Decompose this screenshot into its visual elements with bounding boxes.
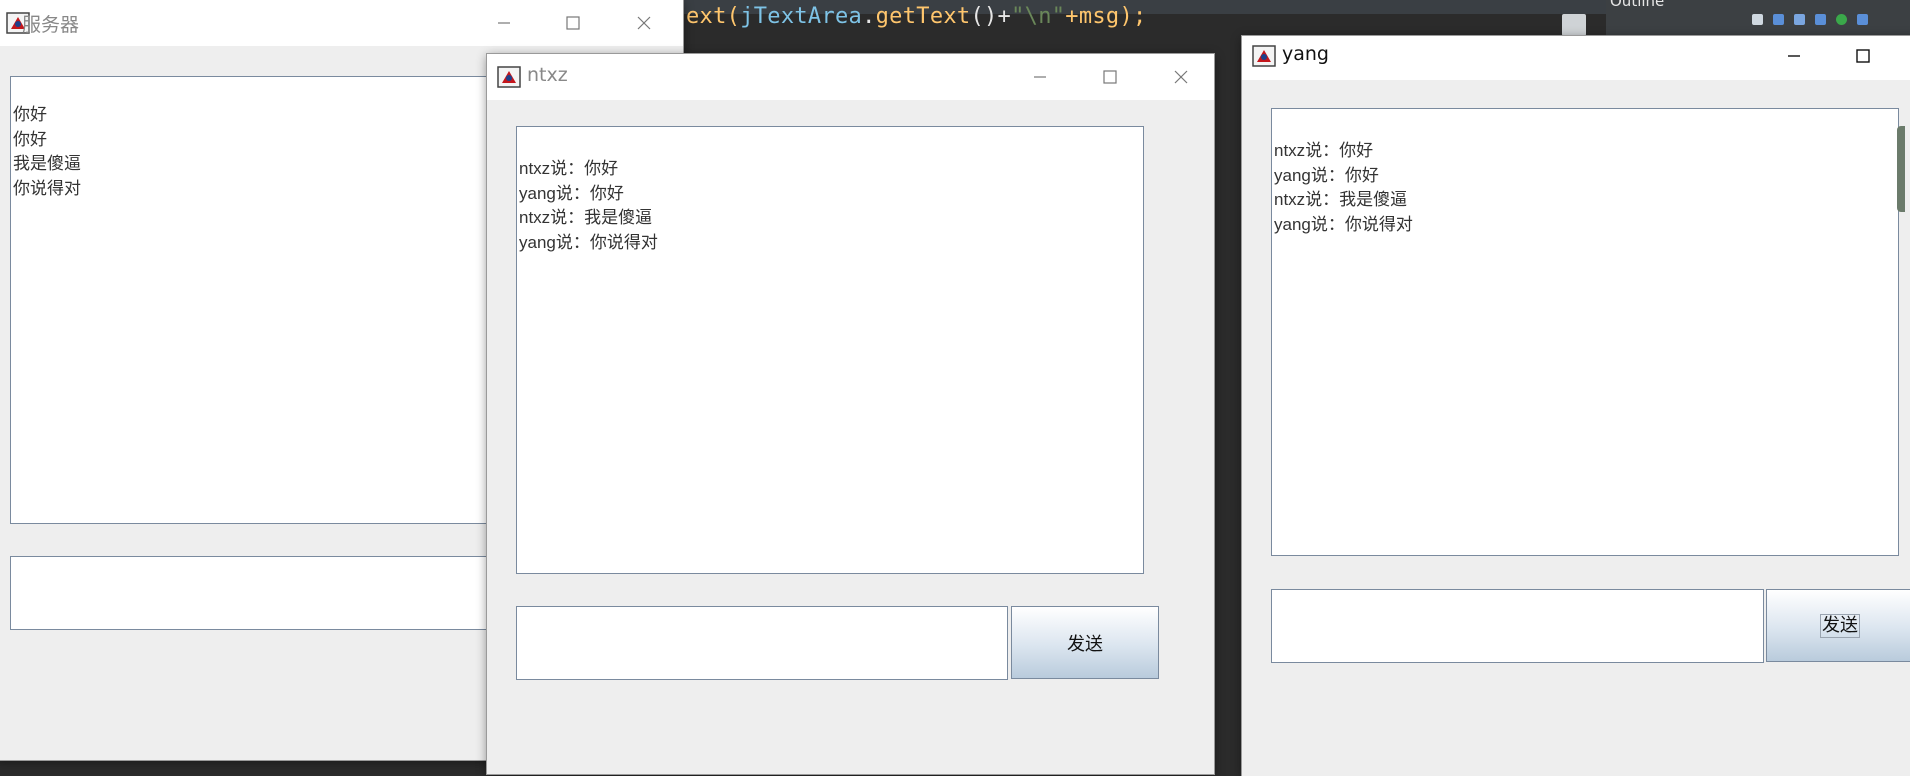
ide-code-line: ext(jTextArea.getText()+"\n"+msg); bbox=[686, 4, 1147, 29]
server-message-input[interactable] bbox=[10, 556, 532, 630]
server-window-title: 服务器 bbox=[22, 14, 80, 36]
ntxz-window-title: ntxz bbox=[527, 64, 568, 86]
server-titlebar[interactable]: 服务器 bbox=[0, 0, 683, 46]
message-text: 说：你好 bbox=[1305, 141, 1374, 161]
message-text: 说：你好 bbox=[1310, 165, 1379, 186]
yang-titlebar[interactable]: yang bbox=[1242, 36, 1910, 80]
message-sender: yang bbox=[1274, 165, 1311, 185]
message-sender: ntxz bbox=[1274, 141, 1306, 160]
close-icon[interactable] bbox=[629, 8, 659, 38]
list-item: yang说：你好 bbox=[1274, 164, 1413, 189]
list-item: 你好 bbox=[13, 129, 47, 150]
yang-message-list: ntxz说：你好 yang说：你好 ntxz说：我是傻逼 yang说：你说得对 bbox=[1274, 139, 1413, 237]
outline-toolbar bbox=[1752, 14, 1868, 25]
outline-tab-title[interactable]: Outline bbox=[1610, 0, 1664, 10]
yang-send-button[interactable]: 发送 bbox=[1766, 589, 1910, 662]
sort-icon[interactable] bbox=[1773, 14, 1784, 25]
server-chat-log[interactable]: 你好 你好 我是傻逼 你说得对 bbox=[10, 76, 532, 524]
ntxz-message-list: ntxz说：你好 yang说：你好 ntxz说：我是傻逼 yang说：你说得对 bbox=[519, 157, 658, 255]
ntxz-message-input[interactable] bbox=[516, 606, 1008, 680]
list-item: yang说：你说得对 bbox=[1274, 213, 1413, 238]
message-sender: yang bbox=[519, 232, 556, 252]
yang-right-edge-handle bbox=[1897, 126, 1905, 212]
message-sender: ntxz bbox=[519, 159, 551, 178]
list-item: ntxz说：我是傻逼 bbox=[519, 206, 658, 231]
message-text: 说：你好 bbox=[550, 159, 619, 179]
message-text: 说：你说得对 bbox=[1310, 214, 1413, 235]
list-item: yang说：你说得对 bbox=[519, 231, 658, 256]
list-item: ntxz说：我是傻逼 bbox=[1274, 188, 1413, 213]
close-icon[interactable] bbox=[1166, 62, 1196, 92]
message-sender: ntxz bbox=[519, 208, 551, 227]
yang-window-title: yang bbox=[1282, 43, 1329, 65]
message-text: 说：你说得对 bbox=[555, 232, 658, 253]
ide-editor-bottom-right bbox=[1212, 738, 1242, 760]
yang-window: yang ntxz说：你好 yang说：你好 ntxz说：我是傻逼 yang说：… bbox=[1242, 36, 1910, 776]
ntxz-window: ntxz ntxz说：你好 yang说：你好 ntxz说：我是傻逼 yang说：… bbox=[487, 54, 1214, 774]
ntxz-send-button[interactable]: 发送 bbox=[1011, 606, 1159, 679]
message-text: 说：我是傻逼 bbox=[550, 208, 653, 228]
hide-fields-icon[interactable] bbox=[1794, 14, 1805, 25]
minimize-icon[interactable] bbox=[1025, 62, 1055, 92]
hide-local-icon[interactable] bbox=[1857, 14, 1868, 25]
send-button-label: 发送 bbox=[1067, 633, 1103, 655]
list-item: ntxz说：你好 bbox=[1274, 139, 1413, 164]
message-sender: ntxz bbox=[1274, 190, 1306, 209]
ntxz-chat-log[interactable]: ntxz说：你好 yang说：你好 ntxz说：我是傻逼 yang说：你说得对 bbox=[516, 126, 1144, 574]
server-message-list: 你好 你好 我是傻逼 你说得对 bbox=[13, 103, 81, 201]
maximize-icon[interactable] bbox=[1848, 41, 1878, 71]
minimize-icon[interactable] bbox=[1779, 41, 1809, 71]
list-item: ntxz说：你好 bbox=[519, 157, 658, 182]
minimize-icon[interactable] bbox=[489, 8, 519, 38]
list-item: 我是傻逼 bbox=[13, 154, 81, 174]
message-sender: yang bbox=[1274, 214, 1311, 234]
ide-scrollbar-thumb[interactable] bbox=[1562, 14, 1586, 36]
java-app-icon bbox=[1252, 45, 1276, 67]
list-item: 你说得对 bbox=[13, 178, 81, 199]
hide-nonpublic-icon[interactable] bbox=[1836, 14, 1847, 25]
message-sender: yang bbox=[519, 183, 556, 203]
maximize-icon[interactable] bbox=[1095, 62, 1125, 92]
list-item: yang说：你好 bbox=[519, 182, 658, 207]
yang-message-input[interactable] bbox=[1271, 589, 1764, 663]
ntxz-titlebar[interactable]: ntxz bbox=[487, 54, 1214, 100]
list-item: 你好 bbox=[13, 105, 47, 125]
hide-static-icon[interactable] bbox=[1815, 14, 1826, 25]
send-button-label: 发送 bbox=[1820, 613, 1860, 638]
message-text: 说：我是傻逼 bbox=[1305, 190, 1408, 210]
yang-chat-log[interactable]: ntxz说：你好 yang说：你好 ntxz说：我是傻逼 yang说：你说得对 bbox=[1271, 108, 1899, 556]
maximize-icon[interactable] bbox=[558, 8, 588, 38]
java-app-icon bbox=[497, 66, 521, 88]
message-text: 说：你好 bbox=[555, 183, 624, 204]
collapse-icon[interactable] bbox=[1752, 14, 1763, 25]
